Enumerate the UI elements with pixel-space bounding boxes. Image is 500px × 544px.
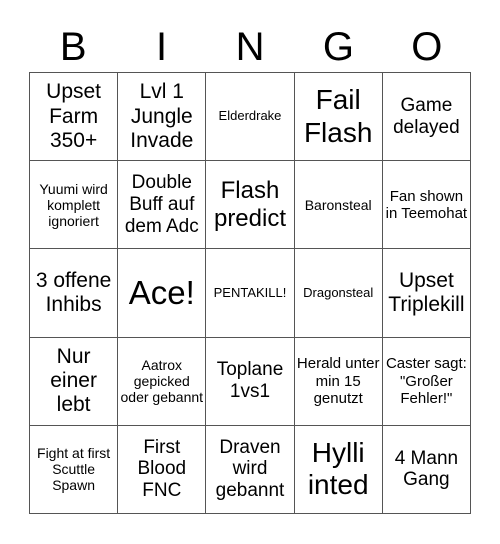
bingo-cell[interactable]: Caster sagt: "Großer Fehler!" <box>382 337 471 426</box>
bingo-cell[interactable]: Fight at first Scuttle Spawn <box>30 425 119 514</box>
bingo-cell[interactable]: Upset Farm 350+ <box>30 73 119 162</box>
bingo-cell[interactable]: Double Buff auf dem Adc <box>118 161 207 250</box>
bingo-cell[interactable]: Fan shown in Teemohat <box>382 161 471 250</box>
bingo-cell[interactable]: Elderdrake <box>206 73 295 162</box>
bingo-cell[interactable]: Draven wird gebannt <box>206 425 295 514</box>
bingo-cell[interactable]: Aatrox gepicked oder gebannt <box>118 337 207 426</box>
bingo-cell[interactable]: Dragonsteal <box>294 249 383 338</box>
bingo-cell[interactable]: 3 offene Inhibs <box>30 249 119 338</box>
bingo-cell[interactable]: PENTAKILL! <box>206 249 295 338</box>
header-letter-i: I <box>156 25 168 69</box>
bingo-cell[interactable]: 4 Mann Gang <box>382 425 471 514</box>
header-letter-g: G <box>322 25 354 69</box>
bingo-cell[interactable]: Game delayed <box>382 73 471 162</box>
bingo-cell[interactable]: Lvl 1 Jungle Invade <box>118 73 207 162</box>
bingo-cell[interactable]: Ace! <box>118 249 207 338</box>
bingo-cell[interactable]: Nur einer lebt <box>30 337 119 426</box>
bingo-header: B I N G O <box>29 22 471 72</box>
header-letter-n: N <box>235 25 265 69</box>
bingo-cell[interactable]: First Blood FNC <box>118 425 207 514</box>
bingo-cell[interactable]: Yuumi wird komplett ignoriert <box>30 161 119 250</box>
bingo-cell[interactable]: Toplane 1vs1 <box>206 337 295 426</box>
bingo-cell[interactable]: Flash predict <box>206 161 295 250</box>
bingo-cell[interactable]: Herald unter min 15 genutzt <box>294 337 383 426</box>
bingo-grid: Upset Farm 350+ Lvl 1 Jungle Invade Elde… <box>29 72 471 514</box>
bingo-cell[interactable]: Fail Flash <box>294 73 383 162</box>
header-letter-b: B <box>59 25 87 69</box>
bingo-cell[interactable]: Hylli inted <box>294 425 383 514</box>
bingo-cell[interactable]: Baronsteal <box>294 161 383 250</box>
bingo-cell[interactable]: Upset Triplekill <box>382 249 471 338</box>
header-letter-o: O <box>411 25 443 69</box>
